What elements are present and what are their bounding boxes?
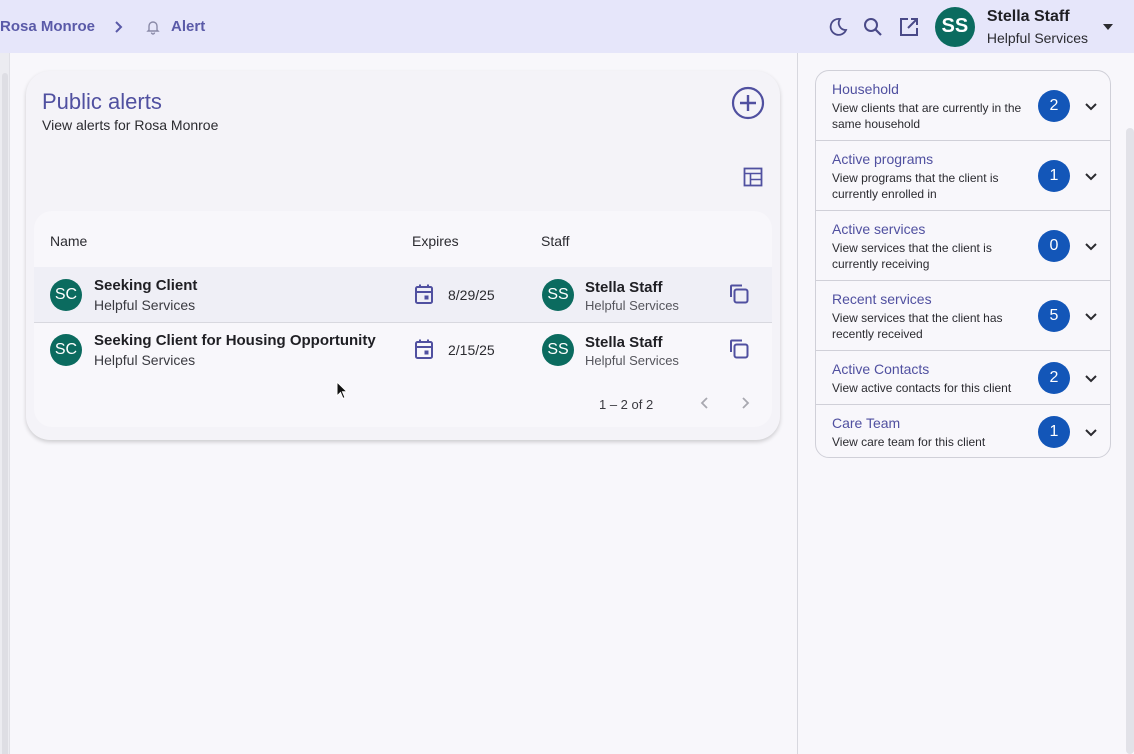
caret-down-icon[interactable] xyxy=(1098,17,1118,37)
alert-name: Seeking Client for Housing Opportunity xyxy=(94,332,376,349)
accordion-item-active-services[interactable]: Active services View services that the c… xyxy=(816,211,1110,281)
dark-mode-icon[interactable] xyxy=(825,15,849,39)
public-alerts-card: Public alerts View alerts for Rosa Monro… xyxy=(26,71,780,440)
staff-avatar: SS xyxy=(542,279,574,311)
count-badge: 2 xyxy=(1038,90,1070,122)
staff-name: Stella Staff xyxy=(585,334,663,351)
accordion-title: Household xyxy=(832,81,899,97)
user-info[interactable]: Stella Staff Helpful Services xyxy=(987,8,1088,46)
accordion-title: Active Contacts xyxy=(832,361,930,377)
accordion-description: View active contacts for this client xyxy=(832,381,1012,395)
accordion-description: View clients that are currently in the s… xyxy=(832,101,1022,131)
staff-name: Stella Staff xyxy=(585,279,663,296)
mouse-cursor-icon xyxy=(336,381,348,400)
right-scrollbar[interactable] xyxy=(1126,128,1134,754)
accordion-item-active-contacts[interactable]: Active Contacts View active contacts for… xyxy=(816,351,1110,405)
client-avatar: SC xyxy=(50,279,82,311)
copy-icon[interactable] xyxy=(728,283,750,305)
accordion-description: View services that the client has recent… xyxy=(832,311,1003,341)
add-circle-icon xyxy=(731,86,765,120)
staff-org: Helpful Services xyxy=(585,353,679,368)
column-header-staff[interactable]: Staff xyxy=(541,233,570,249)
user-org: Helpful Services xyxy=(986,29,1088,46)
bell-icon xyxy=(145,19,161,35)
breadcrumb-current: Alert xyxy=(171,18,206,35)
accordion-description: View programs that the client is current… xyxy=(832,171,999,201)
add-alert-button[interactable] xyxy=(731,86,765,120)
copy-icon[interactable] xyxy=(728,338,750,360)
breadcrumb: Rosa Monroe Alert xyxy=(0,18,205,35)
chevron-down-icon[interactable] xyxy=(1082,369,1100,387)
staff-org: Helpful Services xyxy=(585,298,679,313)
chevron-down-icon[interactable] xyxy=(1082,167,1100,185)
accordion-item-active-programs[interactable]: Active programs View programs that the c… xyxy=(816,141,1110,211)
left-scroll-strip xyxy=(0,53,10,754)
chevron-left-icon[interactable] xyxy=(696,394,714,412)
table-row[interactable]: SC Seeking Client for Housing Opportunit… xyxy=(34,322,772,377)
search-icon[interactable] xyxy=(861,15,885,39)
user-name: Stella Staff xyxy=(986,7,1070,25)
card-title: Public alerts xyxy=(42,89,162,114)
chevron-down-icon[interactable] xyxy=(1082,237,1100,255)
left-scrollbar[interactable] xyxy=(2,73,8,754)
accordion-title: Care Team xyxy=(832,415,901,431)
client-avatar: SC xyxy=(50,334,82,366)
alert-expires: 8/29/25 xyxy=(448,287,495,303)
staff-avatar: SS xyxy=(542,334,574,366)
open-external-icon[interactable] xyxy=(897,15,921,39)
count-badge: 1 xyxy=(1038,160,1070,192)
top-actions: SS Stella Staff Helpful Services xyxy=(825,0,1134,53)
calendar-icon xyxy=(414,283,434,305)
client-summary-accordion: Household View clients that are currentl… xyxy=(815,70,1111,458)
alert-org: Helpful Services xyxy=(94,297,196,313)
calendar-icon xyxy=(414,338,434,360)
accordion-item-care-team[interactable]: Care Team View care team for this client… xyxy=(816,405,1110,457)
count-badge: 5 xyxy=(1038,300,1070,332)
top-bar: Rosa Monroe Alert SS Stella Staff Helpfu… xyxy=(0,0,1134,53)
table-view-icon xyxy=(743,167,763,187)
chevron-right-icon[interactable] xyxy=(736,394,754,412)
accordion-title: Recent services xyxy=(832,291,932,307)
table-view-button[interactable] xyxy=(742,166,764,188)
alert-expires: 2/15/25 xyxy=(448,342,495,358)
panel-divider xyxy=(797,53,798,754)
count-badge: 0 xyxy=(1038,230,1070,262)
column-header-expires[interactable]: Expires xyxy=(412,233,459,249)
alert-org: Helpful Services xyxy=(94,352,196,368)
accordion-item-recent-services[interactable]: Recent services View services that the c… xyxy=(816,281,1110,351)
column-header-name[interactable]: Name xyxy=(50,233,87,249)
chevron-right-icon xyxy=(113,20,125,33)
accordion-title: Active programs xyxy=(832,151,934,167)
pagination-label: 1 – 2 of 2 xyxy=(599,397,654,412)
accordion-description: View care team for this client xyxy=(832,435,986,449)
accordion-item-household[interactable]: Household View clients that are currentl… xyxy=(816,71,1110,141)
count-badge: 2 xyxy=(1038,362,1070,394)
chevron-down-icon[interactable] xyxy=(1082,423,1100,441)
table-row[interactable]: SC Seeking Client Helpful Services 8/29/… xyxy=(34,267,772,322)
accordion-title: Active services xyxy=(832,221,926,237)
chevron-down-icon[interactable] xyxy=(1082,307,1100,325)
chevron-down-icon[interactable] xyxy=(1082,97,1100,115)
user-avatar[interactable]: SS xyxy=(934,6,975,47)
alert-name: Seeking Client xyxy=(94,277,198,294)
card-subtitle: View alerts for Rosa Monroe xyxy=(42,117,219,133)
count-badge: 1 xyxy=(1038,416,1070,448)
accordion-description: View services that the client is current… xyxy=(832,241,992,271)
breadcrumb-client-link[interactable]: Rosa Monroe xyxy=(0,18,95,35)
alerts-table: Name Expires Staff SC Seeking Client Hel… xyxy=(34,211,772,427)
